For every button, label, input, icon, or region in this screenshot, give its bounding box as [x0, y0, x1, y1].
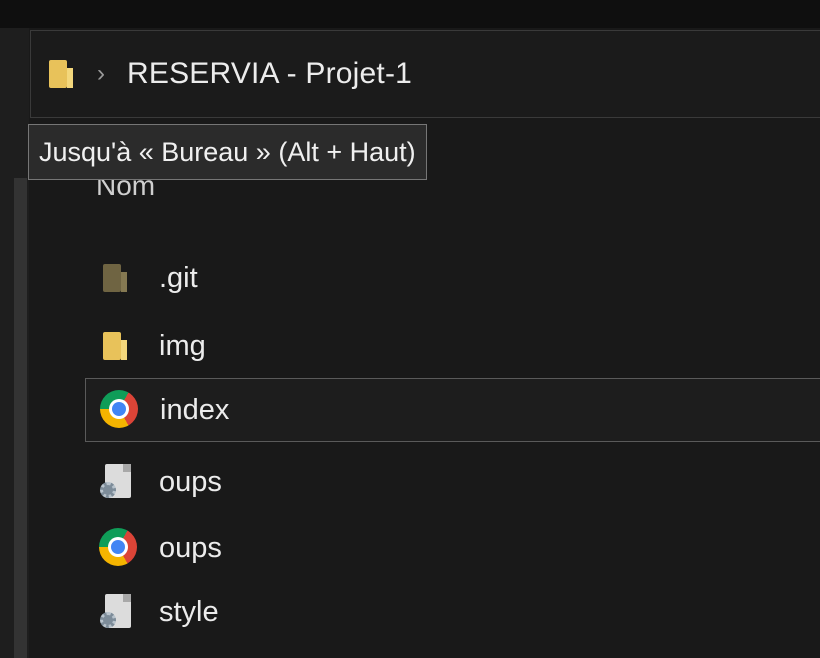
list-item-selected[interactable]: index: [85, 378, 820, 442]
file-name: style: [159, 595, 219, 628]
chrome-html-icon: [99, 526, 143, 570]
file-list-pane: Nom .git img index oups oups style: [30, 118, 820, 658]
settings-file-icon: [99, 460, 143, 504]
tooltip-up-to-desktop: Jusqu'à « Bureau » (Alt + Haut): [28, 124, 427, 180]
breadcrumb-separator-chevron-icon[interactable]: ›: [97, 62, 105, 86]
file-name: img: [159, 329, 206, 362]
folder-icon: [45, 52, 75, 96]
list-item[interactable]: .git: [85, 246, 820, 310]
file-name: .git: [159, 261, 198, 294]
title-bar-strip: [0, 0, 820, 28]
list-item[interactable]: oups: [85, 516, 820, 580]
list-item[interactable]: oups: [85, 450, 820, 514]
chrome-html-icon: [100, 388, 144, 432]
file-name: oups: [159, 465, 222, 498]
address-bar[interactable]: › RESERVIA - Projet-1: [30, 30, 820, 118]
breadcrumb-current-folder[interactable]: RESERVIA - Projet-1: [127, 57, 412, 91]
file-name: index: [160, 393, 230, 426]
navigation-pane: [0, 28, 29, 658]
navigation-pane-scroll-track[interactable]: [14, 178, 27, 658]
list-item[interactable]: img: [85, 314, 820, 378]
hidden-folder-icon: [99, 256, 143, 300]
list-item[interactable]: style: [85, 580, 820, 644]
file-name: oups: [159, 531, 222, 564]
settings-file-icon: [99, 590, 143, 634]
folder-icon: [99, 324, 143, 368]
